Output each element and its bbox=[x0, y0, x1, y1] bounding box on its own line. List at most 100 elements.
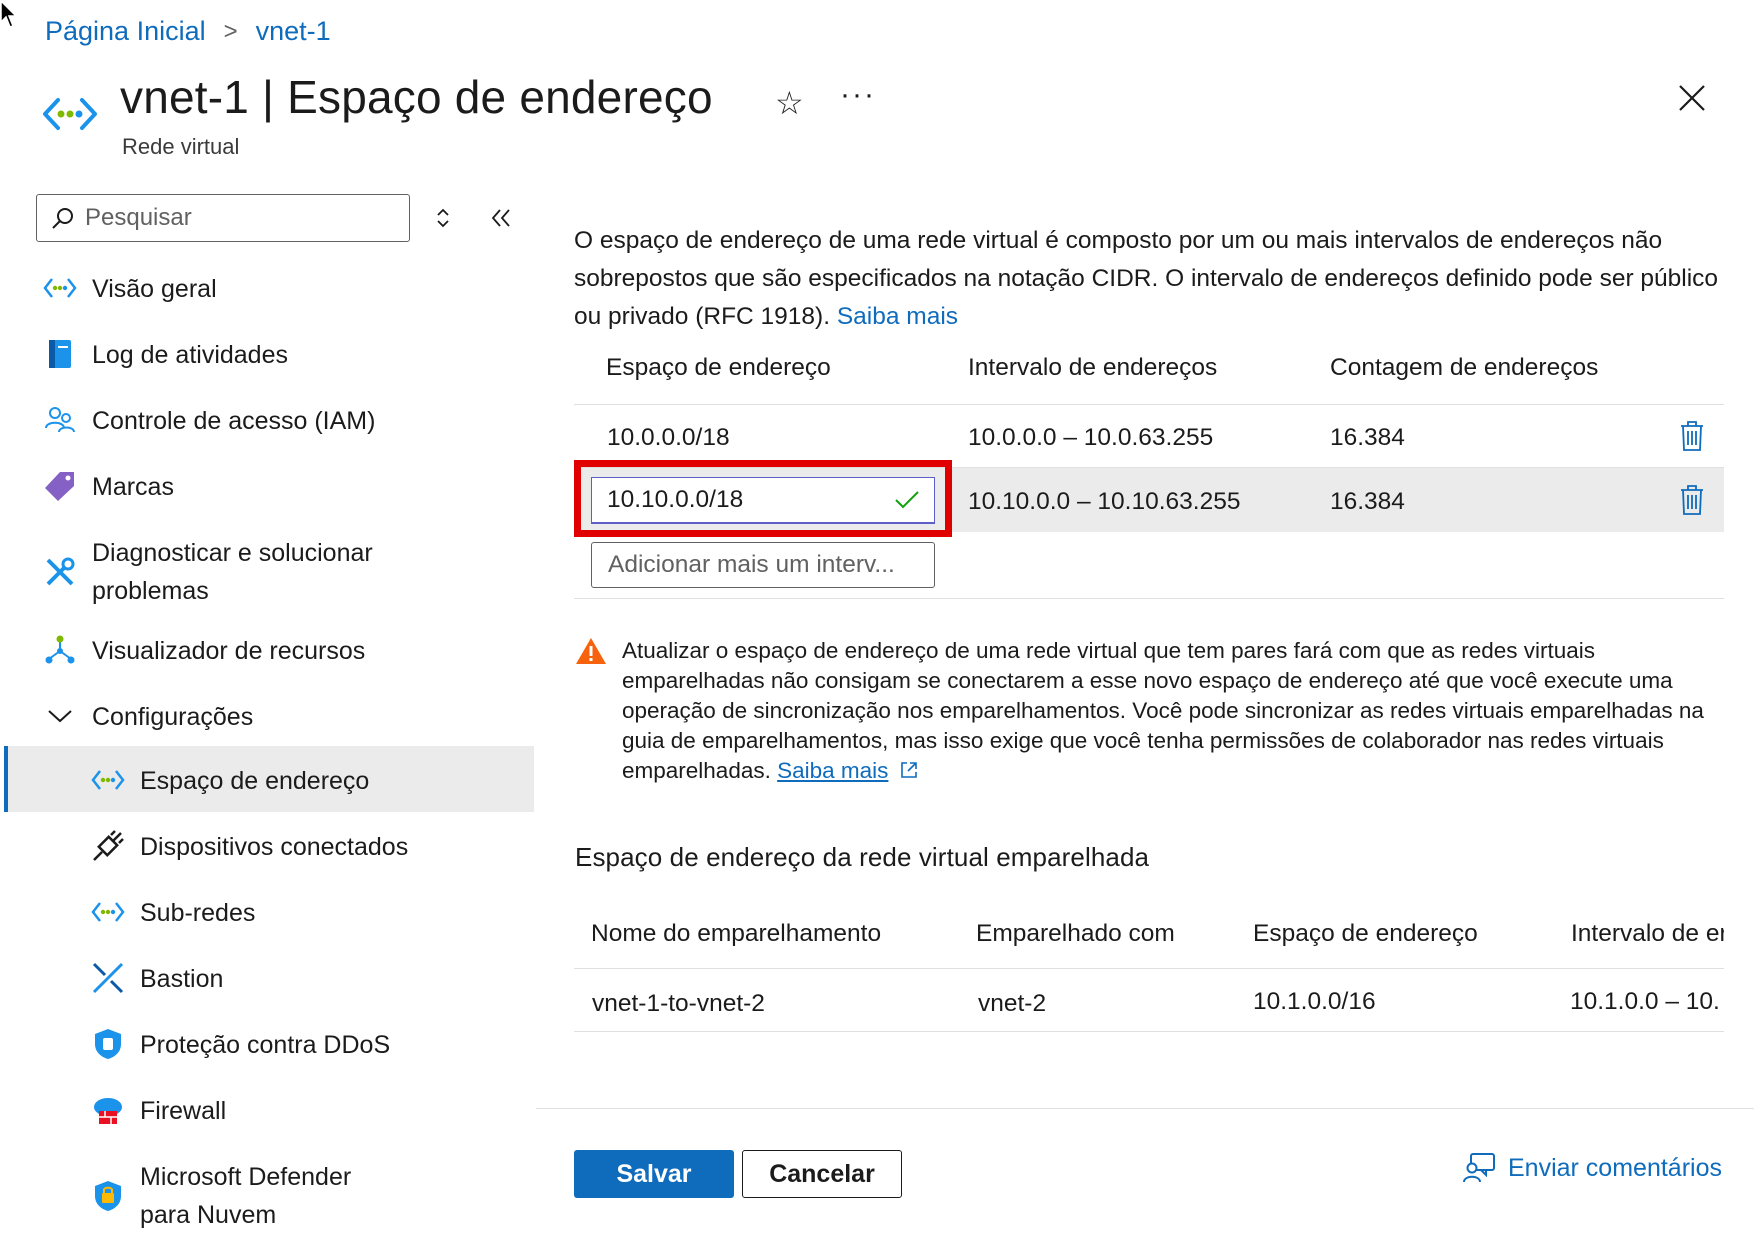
sidebar-item-defender[interactable]: Microsoft Defender para Nuvem bbox=[90, 1158, 390, 1234]
page-subtitle: Rede virtual bbox=[122, 134, 240, 159]
sidebar-item-bastion[interactable]: Bastion bbox=[90, 960, 223, 998]
row-1-address-range: 10.0.0.0 – 10.0.63.255 bbox=[968, 424, 1214, 451]
sidebar-item-activity-log[interactable]: Log de atividades bbox=[42, 336, 288, 374]
active-nav-indicator bbox=[4, 746, 8, 812]
address-space-edit-value: 10.10.0.0/18 bbox=[607, 486, 744, 513]
column-header-peer-address-space: Espaço de endereço bbox=[1253, 920, 1478, 947]
sidebar-item-label: Microsoft Defender para Nuvem bbox=[140, 1163, 352, 1229]
tag-icon bbox=[42, 468, 78, 504]
learn-more-link[interactable]: Saiba mais bbox=[837, 303, 958, 330]
sidebar-item-connected-devices[interactable]: Dispositivos conectados bbox=[90, 828, 408, 866]
external-link-icon[interactable] bbox=[899, 760, 919, 780]
sidebar-item-label: Controle de acesso (IAM) bbox=[92, 407, 376, 435]
save-button[interactable]: Salvar bbox=[574, 1150, 734, 1198]
wrench-icon bbox=[42, 554, 78, 590]
description-text: O espaço de endereço de uma rede virtual… bbox=[574, 227, 1719, 330]
sidebar-item-label: Proteção contra DDoS bbox=[140, 1031, 391, 1059]
search-input[interactable] bbox=[85, 204, 385, 232]
column-header-address-count: Contagem de endereços bbox=[1330, 354, 1599, 381]
peered-section-title: Espaço de endereço da rede virtual empar… bbox=[575, 842, 1149, 873]
peered-vnet-link[interactable]: vnet-2 bbox=[978, 990, 1046, 1018]
checkmark-icon bbox=[895, 491, 919, 509]
sidebar-item-label: Configurações bbox=[92, 703, 254, 731]
feedback-icon bbox=[1463, 1153, 1495, 1183]
sidebar-item-ddos-protection[interactable]: Proteção contra DDoS bbox=[90, 1026, 390, 1064]
favorite-star-icon[interactable]: ☆ bbox=[775, 84, 804, 122]
chevron-down-icon bbox=[42, 698, 78, 734]
column-header-peering-name: Nome do emparelhamento bbox=[591, 920, 882, 947]
close-icon[interactable] bbox=[1676, 82, 1708, 114]
collapse-sidebar-icon[interactable] bbox=[490, 206, 512, 230]
column-header-address-range: Intervalo de endereços bbox=[968, 354, 1218, 381]
sidebar-item-label: Bastion bbox=[140, 965, 224, 993]
sidebar-item-firewall[interactable]: Firewall bbox=[90, 1092, 226, 1130]
warning-icon bbox=[576, 638, 606, 664]
send-feedback-link[interactable]: Enviar comentários bbox=[1462, 1152, 1722, 1184]
activity-log-icon bbox=[42, 336, 78, 372]
cancel-button[interactable]: Cancelar bbox=[742, 1150, 902, 1198]
breadcrumb-home-link[interactable]: Página Inicial bbox=[45, 16, 206, 47]
sidebar-item-tags[interactable]: Marcas bbox=[42, 468, 174, 506]
peer-address-space: 10.1.0.0/16 bbox=[1253, 988, 1376, 1015]
peered-section-title-text: Espaço de endereço da rede virtual empar… bbox=[575, 842, 1150, 872]
send-feedback-label: Enviar comentários bbox=[1508, 1153, 1722, 1182]
vnet-icon bbox=[90, 762, 126, 798]
sidebar-item-label: Sub-redes bbox=[140, 899, 256, 927]
row-2-address-count: 16.384 bbox=[1330, 488, 1405, 515]
breadcrumb-current-link[interactable]: vnet-1 bbox=[256, 16, 331, 47]
column-header-address-space: Espaço de endereço bbox=[606, 354, 831, 381]
footer-divider bbox=[536, 1108, 1754, 1109]
peer-address-range: 10.1.0.0 – 10. bbox=[1570, 988, 1720, 1015]
search-box[interactable] bbox=[36, 194, 410, 242]
sidebar-item-iam[interactable]: Controle de acesso (IAM) bbox=[42, 402, 375, 440]
table-header-divider bbox=[574, 404, 1724, 405]
delete-icon[interactable] bbox=[1679, 420, 1705, 452]
row-1-address-count: 16.384 bbox=[1330, 424, 1405, 451]
sidebar-item-label: Diagnosticar e solucionar problemas bbox=[92, 539, 373, 605]
add-address-range-input[interactable]: Adicionar mais um interv... bbox=[591, 542, 935, 588]
firewall-icon bbox=[90, 1092, 126, 1128]
resource-visualizer-icon bbox=[42, 632, 78, 668]
iam-icon bbox=[42, 402, 78, 438]
column-header-peered-with: Emparelhado com bbox=[976, 920, 1175, 947]
mouse-cursor-icon bbox=[0, 0, 18, 28]
sidebar-item-label: Dispositivos conectados bbox=[140, 833, 409, 861]
bastion-icon bbox=[90, 960, 126, 996]
vnet-icon bbox=[43, 98, 97, 130]
vnet-icon bbox=[42, 270, 78, 306]
defender-icon bbox=[90, 1178, 126, 1214]
sort-icon[interactable] bbox=[432, 204, 454, 232]
sidebar-group-settings[interactable]: Configurações bbox=[42, 698, 253, 736]
sidebar-item-label: Visão geral bbox=[92, 275, 217, 303]
sidebar-item-label: Marcas bbox=[92, 473, 174, 501]
address-space-description: O espaço de endereço de uma rede virtual… bbox=[574, 222, 1724, 336]
sidebar-item-label: Visualizador de recursos bbox=[92, 637, 366, 665]
chevron-right-icon: > bbox=[223, 17, 238, 45]
search-icon bbox=[52, 208, 73, 229]
row-2-address-range: 10.10.0.0 – 10.10.63.255 bbox=[968, 488, 1241, 515]
sidebar-item-label: Espaço de endereço bbox=[140, 767, 370, 795]
shield-icon bbox=[90, 1026, 126, 1062]
address-space-edit-input[interactable]: 10.10.0.0/18 bbox=[591, 477, 935, 524]
more-options-button[interactable]: ··· bbox=[840, 78, 876, 112]
sidebar-item-label: Log de atividades bbox=[92, 341, 288, 369]
page-title: vnet-1 | Espaço de endereço bbox=[120, 71, 713, 123]
warning-learn-more-link[interactable]: Saiba mais bbox=[777, 758, 888, 783]
sidebar-item-label: Firewall bbox=[140, 1097, 227, 1125]
peered-header-divider bbox=[574, 968, 1724, 969]
row-1-address-space: 10.0.0.0/18 bbox=[607, 424, 730, 451]
sidebar-item-address-space[interactable]: Espaço de endereço bbox=[90, 762, 369, 800]
column-header-peer-address-range: Intervalo de er bbox=[1571, 920, 1724, 947]
sidebar-item-subnets[interactable]: Sub-redes bbox=[90, 894, 255, 932]
delete-icon[interactable] bbox=[1679, 484, 1705, 516]
breadcrumb: Página Inicial > vnet-1 bbox=[45, 16, 331, 47]
peering-name-link[interactable]: vnet-1-to-vnet-2 bbox=[592, 990, 765, 1018]
sidebar-item-resource-visualizer[interactable]: Visualizador de recursos bbox=[42, 632, 365, 670]
peered-row-divider bbox=[574, 1031, 1724, 1032]
sidebar-item-diagnose[interactable]: Diagnosticar e solucionar problemas bbox=[42, 534, 402, 610]
add-range-placeholder: Adicionar mais um interv... bbox=[608, 551, 895, 578]
table-bottom-divider bbox=[574, 598, 1724, 599]
vnet-icon bbox=[90, 894, 126, 930]
sidebar-item-overview[interactable]: Visão geral bbox=[42, 270, 217, 308]
plug-icon bbox=[90, 828, 126, 864]
